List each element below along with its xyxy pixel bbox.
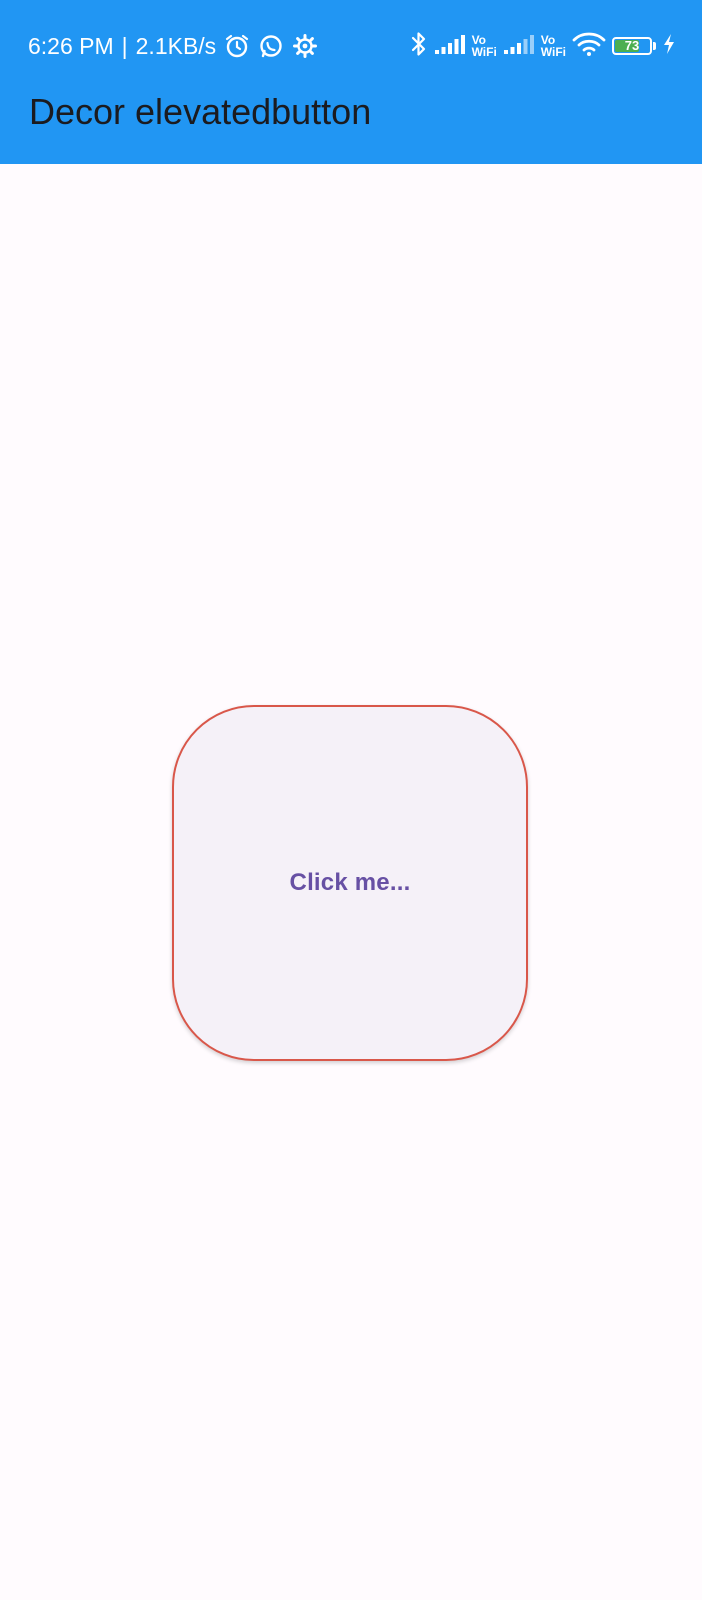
vowifi-icon: Vo WiFi — [472, 34, 497, 58]
settings-gear-icon — [292, 33, 318, 59]
signal-bars-icon — [434, 33, 466, 60]
status-right: Vo WiFi Vo WiFi 73 — [410, 28, 676, 64]
click-me-button-label: Click me... — [289, 869, 411, 896]
signal-bars-icon — [503, 33, 535, 60]
main-content: Click me... — [0, 164, 702, 1600]
alarm-icon — [224, 33, 250, 59]
network-speed: 2.1KB/s — [135, 32, 217, 59]
click-me-button[interactable]: Click me... — [172, 705, 528, 1061]
battery-cap — [653, 42, 656, 50]
whatsapp-icon — [258, 33, 284, 59]
vowifi-bottom: WiFi — [540, 45, 566, 59]
vowifi-bottom: WiFi — [471, 45, 497, 59]
battery-level: 73 — [624, 38, 640, 53]
app-bar-title: Decor elevatedbutton — [29, 91, 372, 132]
bluetooth-icon — [410, 30, 428, 63]
charging-bolt-icon — [662, 33, 676, 60]
status-time: 6:26 PM — [28, 32, 114, 59]
status-left: 6:26 PM | 2.1KB/s — [28, 28, 318, 64]
app-bar: Decor elevatedbutton — [0, 91, 702, 164]
status-bar: 6:26 PM | 2.1KB/s Vo WiFi Vo WiFi 73 — [0, 0, 702, 92]
battery-icon: 73 — [612, 37, 652, 55]
vowifi-icon: Vo WiFi — [541, 34, 566, 58]
status-separator: | — [121, 32, 128, 59]
wifi-icon — [572, 31, 606, 62]
